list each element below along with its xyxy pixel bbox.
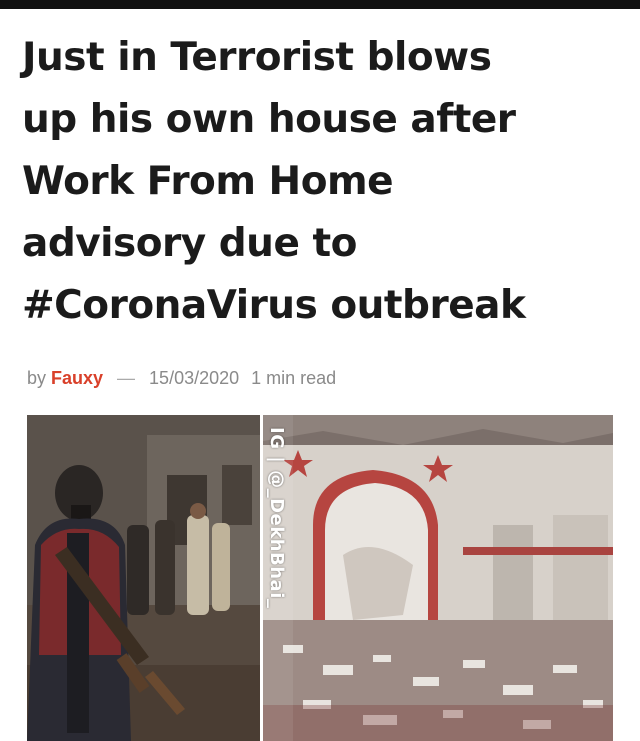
headline-line: advisory due to: [22, 221, 357, 266]
author-link[interactable]: Fauxy: [51, 368, 103, 389]
headline-line: Just in Terrorist blows: [22, 35, 492, 80]
article-image-left: [27, 415, 260, 741]
headline-line: up his own house after: [22, 97, 516, 142]
publish-date: 15/03/2020: [149, 367, 240, 388]
watermark-text: IG | @_DekhBhai_: [266, 427, 287, 609]
damaged-room-photo: [263, 415, 613, 741]
read-time: 1 min read: [251, 367, 337, 388]
gunman-photo: [27, 415, 260, 741]
headline-line: #CoronaVirus outbreak: [22, 283, 526, 328]
watermark: IG | @_DekhBhai_: [263, 415, 293, 741]
byline-prefix: by: [27, 367, 47, 388]
headline: Just in Terrorist blows up his own house…: [22, 27, 622, 337]
top-bar: [0, 0, 640, 9]
byline-separator: —: [117, 367, 136, 388]
article-image-right: IG | @_DekhBhai_: [263, 415, 613, 741]
byline: by Fauxy — 15/03/2020 1 min read: [27, 366, 336, 390]
headline-line: Work From Home: [22, 159, 394, 204]
